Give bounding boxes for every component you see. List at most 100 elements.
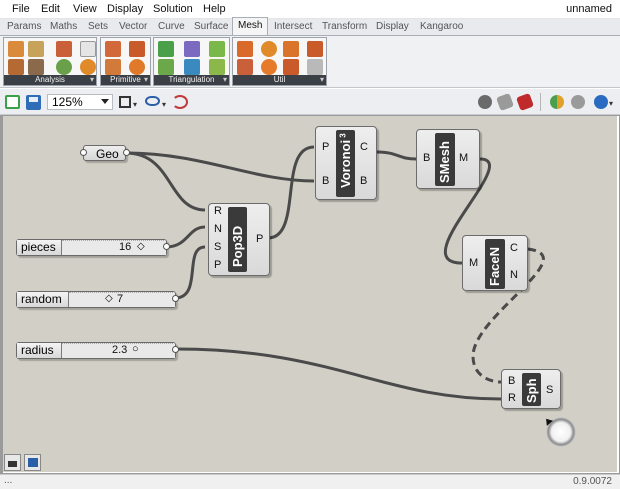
- document-preview-icon[interactable]: [571, 95, 585, 109]
- pop3d-component[interactable]: R N S P Pop3D P: [208, 203, 270, 276]
- quadrangulate-icon[interactable]: [307, 59, 323, 75]
- preview-settings-icon[interactable]: [594, 95, 608, 109]
- pieces-output-grip[interactable]: [163, 243, 170, 250]
- menu-solution[interactable]: Solution: [153, 3, 193, 15]
- preview-wireframe-icon[interactable]: [496, 93, 514, 111]
- pop3d-input-n[interactable]: N: [214, 223, 222, 235]
- pieces-slider[interactable]: pieces 16 ◇: [16, 239, 167, 256]
- mesh-sphere-icon[interactable]: [80, 59, 96, 75]
- pop3d-output-p[interactable]: P: [256, 233, 263, 245]
- ribbon-group-label: Util ▾: [233, 75, 326, 85]
- voronoi-output-b[interactable]: B: [360, 175, 367, 187]
- mesh-closest-point-icon[interactable]: [80, 41, 96, 57]
- random-slider[interactable]: random ◇ 7: [16, 291, 176, 308]
- geo-input-grip[interactable]: [80, 149, 87, 156]
- tab-maths[interactable]: Maths: [50, 21, 77, 32]
- tab-surface[interactable]: Surface: [194, 21, 228, 32]
- sph-output-s[interactable]: S: [546, 384, 553, 396]
- mesh-explode-icon[interactable]: [283, 41, 299, 57]
- pop3d-input-r[interactable]: R: [214, 205, 222, 217]
- save-file-icon[interactable]: [26, 95, 41, 110]
- tab-curve[interactable]: Curve: [158, 21, 185, 32]
- preview-shaded-icon[interactable]: [516, 93, 534, 111]
- proximity-icon[interactable]: [209, 41, 225, 57]
- facen-component[interactable]: M FaceN C N: [462, 235, 528, 291]
- voronoi-input-p[interactable]: P: [322, 141, 329, 153]
- tab-sets[interactable]: Sets: [88, 21, 108, 32]
- geo-param[interactable]: Geo: [83, 145, 126, 161]
- voronoi-output-c[interactable]: C: [360, 141, 368, 153]
- sph-input-r[interactable]: R: [508, 392, 516, 404]
- deconstruct-mesh-icon[interactable]: [56, 41, 72, 57]
- voronoi-icon[interactable]: [184, 59, 200, 75]
- radius-output-grip[interactable]: [172, 346, 179, 353]
- chevron-down-icon[interactable]: ▾: [133, 100, 137, 109]
- random-output-grip[interactable]: [172, 295, 179, 302]
- mesh-analysis-icon[interactable]: [8, 41, 24, 57]
- radius-slider-value: 2.3: [112, 344, 128, 356]
- mesh-brep-icon[interactable]: [129, 41, 145, 57]
- ribbon-group-util: Util ▾: [232, 37, 327, 86]
- facen-input-m[interactable]: M: [469, 257, 478, 269]
- tab-intersect[interactable]: Intersect: [274, 21, 312, 32]
- slider-handle-icon[interactable]: ◇: [105, 293, 113, 304]
- voronoi-input-b[interactable]: B: [322, 175, 329, 187]
- open-file-icon[interactable]: [5, 95, 20, 109]
- geo-output-grip[interactable]: [123, 149, 130, 156]
- facen-output-c[interactable]: C: [510, 242, 518, 254]
- chevron-down-icon[interactable]: ▾: [162, 100, 166, 109]
- tab-display[interactable]: Display: [376, 21, 409, 32]
- sph-input-b[interactable]: B: [508, 375, 515, 387]
- convex-hull-icon[interactable]: [209, 59, 225, 75]
- slider-handle-icon[interactable]: ◇: [137, 241, 145, 252]
- tab-params[interactable]: Params: [7, 21, 41, 32]
- menu-file[interactable]: File: [12, 3, 30, 15]
- smesh-output-m[interactable]: M: [459, 152, 468, 164]
- tab-kangaroo[interactable]: Kangaroo: [420, 21, 463, 32]
- face-normals-icon[interactable]: [28, 59, 44, 75]
- chevron-down-icon[interactable]: ▾: [609, 99, 613, 108]
- bake-button[interactable]: [4, 454, 21, 471]
- mesh-sphere-primitive-icon[interactable]: [129, 59, 145, 75]
- mesh-flip-icon[interactable]: [283, 59, 299, 75]
- tab-vector[interactable]: Vector: [119, 21, 147, 32]
- mesh-join-icon[interactable]: [237, 41, 253, 57]
- menu-display[interactable]: Display: [107, 3, 143, 15]
- mesh-eval-icon[interactable]: [8, 59, 24, 75]
- voronoi-component[interactable]: P B Voronoi 3 C B: [315, 126, 377, 200]
- weld-mesh-icon[interactable]: [237, 59, 253, 75]
- preview-selected-icon[interactable]: [550, 95, 564, 109]
- pop3d-input-s[interactable]: S: [214, 241, 221, 253]
- slider-handle-icon[interactable]: ○: [132, 343, 139, 355]
- facen-output-n[interactable]: N: [510, 269, 518, 281]
- smesh-input-b[interactable]: B: [423, 152, 430, 164]
- delaunay-edges-icon[interactable]: [158, 41, 174, 57]
- preview-off-icon[interactable]: [478, 95, 492, 109]
- menu-view[interactable]: View: [73, 3, 97, 15]
- mesh-edges-icon[interactable]: [28, 41, 44, 57]
- facet-dome-icon[interactable]: [184, 41, 200, 57]
- mesh-plane-icon[interactable]: [105, 59, 121, 75]
- sketch-tool-icon[interactable]: [172, 95, 188, 109]
- delaunay-mesh-icon[interactable]: [158, 59, 174, 75]
- mesh-box-icon[interactable]: [105, 41, 121, 57]
- mesh-split-icon[interactable]: [307, 41, 323, 57]
- mesh-smooth-icon[interactable]: [261, 41, 277, 57]
- zoom-extents-icon[interactable]: [119, 96, 131, 108]
- tab-transform[interactable]: Transform: [322, 21, 367, 32]
- sphere-component[interactable]: B R Sph S: [501, 369, 561, 409]
- menu-help[interactable]: Help: [203, 3, 226, 15]
- pieces-slider-track[interactable]: [62, 240, 166, 255]
- ribbon: Analysis ▾ Primitive ▾ Triangulation ▾ Util…: [0, 36, 620, 88]
- radius-slider[interactable]: radius 2.3 ○: [16, 342, 176, 359]
- zoom-select[interactable]: 125%: [47, 94, 113, 110]
- export-button[interactable]: [24, 454, 41, 471]
- definition-canvas[interactable]: Geo pieces 16 ◇ random ◇ 7 radius 2.3 ○ …: [3, 116, 617, 472]
- smesh-component[interactable]: B SMesh M: [416, 129, 480, 189]
- preview-eye-icon[interactable]: [145, 96, 160, 106]
- tab-mesh[interactable]: Mesh: [232, 17, 269, 35]
- unify-normals-icon[interactable]: [261, 59, 277, 75]
- menu-edit[interactable]: Edit: [41, 3, 60, 15]
- pop3d-input-p[interactable]: P: [214, 259, 221, 271]
- mesh-inclusion-icon[interactable]: [56, 59, 72, 75]
